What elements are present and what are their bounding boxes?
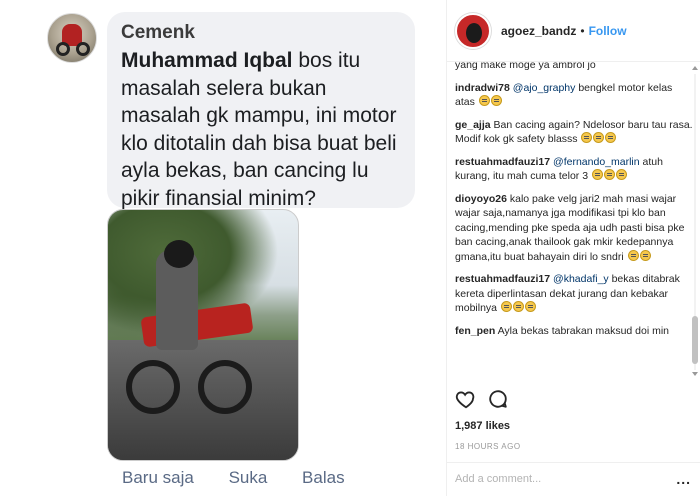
- add-comment-placeholder[interactable]: Add a comment...: [455, 473, 541, 485]
- grimace-emoji-icon: [524, 301, 536, 312]
- add-comment-field[interactable]: Add a comment... ...: [447, 462, 700, 496]
- comment-author: Cemenk: [121, 22, 195, 43]
- grimace-emoji-icon: [512, 301, 524, 312]
- comment-text: Ban cacing again? Ndelosor baru tau rasa…: [455, 118, 693, 146]
- motorcycle-photo[interactable]: [107, 209, 299, 461]
- scroll-down-icon[interactable]: [692, 372, 698, 376]
- comment-bubble: Cemenk Muhammad Iqbal bos itu masalah se…: [107, 12, 415, 210]
- comment-username[interactable]: dioyoyo26: [455, 193, 507, 205]
- comment-mention[interactable]: @ajo_graphy: [513, 82, 576, 94]
- comment-item: indradwi78 @ajo_graphy bengkel motor kel…: [455, 81, 693, 110]
- comment-icon[interactable]: [487, 388, 509, 410]
- grimace-emoji-icon: [593, 132, 605, 143]
- comment-username[interactable]: ge_ajja: [455, 119, 491, 131]
- facebook-comment-screenshot: Cemenk Muhammad Iqbal bos itu masalah se…: [0, 0, 446, 496]
- grimace-emoji-icon: [478, 95, 490, 106]
- grimace-emoji-icon: [500, 301, 512, 312]
- comment-username[interactable]: restuahmadfauzi17: [455, 273, 550, 285]
- grimace-emoji-icon: [581, 132, 593, 143]
- comments-list[interactable]: yang make moge ya ambrol jo indradwi78 @…: [447, 62, 700, 382]
- post-timestamp[interactable]: 18 HOURS AGO: [455, 442, 521, 451]
- timestamp-link[interactable]: Baru saja: [122, 468, 194, 487]
- instagram-panel: agoez_bandz • Follow yang make moge ya a…: [446, 0, 700, 496]
- comment-mention[interactable]: @fernando_marlin: [553, 156, 640, 168]
- comment-body: bos itu masalah selera bukan masalah gk …: [121, 49, 397, 210]
- comment-mention[interactable]: @khadafi_y: [553, 273, 609, 285]
- like-link[interactable]: Suka: [229, 468, 268, 487]
- scroll-up-icon[interactable]: [692, 66, 698, 70]
- post-header: agoez_bandz • Follow: [447, 0, 700, 62]
- grimace-emoji-icon: [639, 249, 651, 261]
- comment-mention[interactable]: Muhammad Iqbal: [121, 49, 293, 72]
- comment-item: restuahmadfauzi17 @fernando_marlin atuh …: [455, 155, 693, 184]
- comment-item: ge_ajja Ban cacing again? Ndelosor baru …: [455, 118, 693, 147]
- comments-scrollbar[interactable]: [692, 66, 698, 376]
- comment-item: restuahmadfauzi17 @khadafi_y bekas ditab…: [455, 272, 693, 316]
- post-actions: [455, 388, 509, 410]
- separator-dot: •: [580, 23, 585, 38]
- comment-text: Ayla bekas tabrakan maksud doi min: [497, 324, 670, 337]
- commenter-avatar: [47, 13, 97, 63]
- previous-comment-fragment: yang make moge ya ambrol jo: [455, 62, 596, 71]
- likes-count[interactable]: 1,987 likes: [455, 420, 510, 432]
- grimace-emoji-icon: [490, 95, 502, 106]
- comment-item: dioyoyo26 kalo pake velg jari2 mah masi …: [455, 192, 693, 265]
- follow-button[interactable]: Follow: [589, 24, 627, 38]
- comment-text: Muhammad Iqbal bos itu masalah selera bu…: [121, 47, 401, 212]
- scrollbar-thumb[interactable]: [692, 316, 698, 364]
- comment-username[interactable]: fen_pen: [455, 325, 495, 337]
- grimace-emoji-icon: [627, 249, 639, 261]
- heart-icon[interactable]: [455, 388, 477, 410]
- post-username[interactable]: agoez_bandz: [501, 24, 576, 38]
- comment-item: fen_pen Ayla bekas tabrakan maksud doi m…: [455, 324, 693, 339]
- grimace-emoji-icon: [604, 169, 615, 180]
- comment-actions: Baru saja Suka Balas: [122, 468, 375, 488]
- grimace-emoji-icon: [605, 132, 617, 143]
- reply-link[interactable]: Balas: [302, 468, 345, 487]
- comment-username[interactable]: indradwi78: [455, 82, 510, 94]
- grimace-emoji-icon: [592, 169, 603, 180]
- comment-username[interactable]: restuahmadfauzi17: [455, 156, 550, 168]
- grimace-emoji-icon: [616, 169, 627, 180]
- more-options-icon[interactable]: ...: [676, 471, 691, 487]
- user-avatar[interactable]: [455, 12, 491, 49]
